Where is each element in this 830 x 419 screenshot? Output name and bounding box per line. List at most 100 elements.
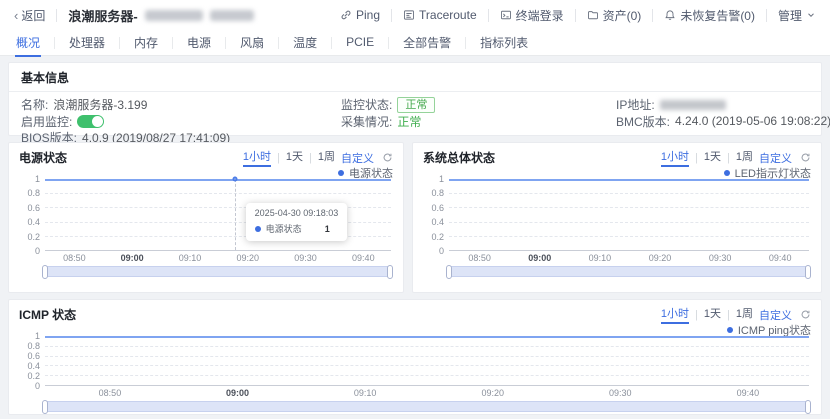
datazoom-brush[interactable] [42, 400, 811, 414]
tab-power[interactable]: 电源 [173, 30, 225, 55]
brush-handle-left[interactable] [446, 265, 452, 279]
name-field: 名称: 浪潮服务器-3.199 [21, 98, 148, 112]
folder-icon [587, 9, 599, 21]
datazoom-brush[interactable] [446, 265, 811, 279]
range-custom[interactable]: 自定义 [341, 150, 374, 166]
icmp-status-plot[interactable]: 1 0.8 0.6 0.4 0.2 0 [27, 331, 809, 391]
tab-memory[interactable]: 内存 [120, 30, 172, 55]
tab-bar: 概况 处理器 内存 电源 风扇 温度 PCIE 全部告警 指标列表 [0, 30, 830, 57]
bmc-field: BMC版本: 4.24.0 (2019-05-06 19:08:22) [616, 114, 830, 129]
refresh-icon[interactable] [800, 309, 811, 320]
system-status-chart-card: 系统总体状态 1小时 | 1天 | 1周 自定义 LED指示灯状态 1 0.8 … [412, 142, 822, 293]
system-status-plot[interactable]: 1 0.8 0.6 0.4 0.2 0 [431, 174, 809, 256]
brush-handle-right[interactable] [805, 400, 811, 414]
chart-title: 系统总体状态 [423, 151, 496, 165]
terminal-icon [500, 9, 512, 21]
info-col-1: 名称: 浪潮服务器-3.199 启用监控: BIOS版本: 4.0.9 (201… [21, 97, 341, 145]
basic-info-title: 基本信息 [9, 63, 821, 92]
alarms-button[interactable]: 未恢复告警(0) [664, 7, 755, 24]
range-1d[interactable]: 1天 [286, 148, 303, 167]
brush-handle-left[interactable] [42, 265, 48, 279]
bell-icon [664, 9, 676, 21]
info-col-2: 监控状态: 正常 采集情况: 正常 [341, 96, 616, 145]
chart-title: 电源状态 [19, 151, 68, 165]
traceroute-button[interactable]: Traceroute [403, 8, 477, 22]
power-status-plot[interactable]: 1 0.8 0.6 0.4 0.2 0 2025-04-30 09:18:03 [27, 174, 391, 256]
ping-button[interactable]: Ping [340, 8, 380, 22]
tab-overview[interactable]: 概况 [2, 30, 54, 57]
manage-label: 管理 [777, 8, 802, 23]
range-1d[interactable]: 1天 [704, 148, 721, 167]
alarms-label: 未恢复告警(0) [680, 8, 755, 23]
range-custom[interactable]: 自定义 [759, 150, 792, 166]
legend-dot [726, 326, 733, 333]
refresh-icon[interactable] [800, 152, 811, 163]
back-chevron-icon: ‹ [14, 7, 19, 23]
range-custom[interactable]: 自定义 [759, 307, 792, 323]
chart-legend[interactable]: 电源状态 [19, 166, 393, 180]
tab-processor[interactable]: 处理器 [55, 30, 119, 55]
hover-crosshair [235, 179, 237, 250]
range-1d[interactable]: 1天 [704, 305, 721, 324]
redacted-title-blob [209, 9, 254, 21]
route-icon [403, 9, 415, 21]
topbar-actions: Ping Traceroute 终端登录 资产(0) 未恢复告警(0) 管理 [340, 7, 816, 24]
monitor-toggle-field: 启用监控: [21, 112, 341, 130]
divider [652, 8, 654, 22]
monitor-toggle[interactable] [77, 114, 105, 128]
divider [765, 8, 767, 22]
tab-temperature[interactable]: 温度 [279, 30, 331, 55]
collect-status-field: 采集情况: 正常 [341, 114, 422, 129]
range-1h[interactable]: 1小时 [660, 148, 690, 167]
status-badge: 正常 [397, 96, 436, 113]
legend-dot [723, 169, 730, 176]
icmp-status-chart-card: ICMP 状态 1小时 | 1天 | 1周 自定义 ICMP ping状态 1 … [8, 299, 822, 415]
series-line [45, 336, 809, 338]
charts-row: 电源状态 1小时 | 1天 | 1周 自定义 电源状态 1 0.8 0.6 0.… [8, 142, 822, 293]
content: 基本信息 名称: 浪潮服务器-3.199 启用监控: BIOS版本: 4.0.9… [0, 56, 830, 415]
ip-field: IP地址: [616, 97, 830, 112]
range-1h[interactable]: 1小时 [660, 305, 690, 324]
terminal-login-label: 终端登录 [515, 8, 564, 23]
hover-point-marker [232, 176, 238, 182]
manage-menu[interactable]: 管理 [778, 7, 816, 24]
traceroute-label: Traceroute [419, 8, 477, 22]
assets-button[interactable]: 资产(0) [587, 7, 642, 24]
legend-dot [338, 169, 344, 176]
terminal-login-button[interactable]: 终端登录 [500, 7, 564, 24]
link-icon [340, 9, 352, 21]
topbar: ‹ 返回 浪潮服务器- Ping Traceroute 终端登录 资产(0) 未… [0, 0, 830, 30]
chart-legend[interactable]: LED指示灯状态 [423, 166, 811, 180]
monitor-status-field: 监控状态: 正常 [341, 96, 616, 113]
brush-handle-right[interactable] [805, 265, 811, 279]
series-line [449, 179, 809, 181]
ping-label: Ping [356, 8, 381, 22]
range-1w[interactable]: 1周 [318, 148, 335, 167]
topbar-left: ‹ 返回 浪潮服务器- [14, 6, 254, 25]
chart-title: ICMP 状态 [19, 308, 77, 322]
chart-tooltip: 2025-04-30 09:18:03 电源状态 1 [245, 203, 348, 241]
tooltip-series-dot [254, 225, 261, 232]
assets-label: 资产(0) [602, 8, 642, 23]
tab-pcie[interactable]: PCIE [332, 30, 388, 55]
tab-metric-list[interactable]: 指标列表 [466, 30, 542, 55]
tab-fan[interactable]: 风扇 [226, 30, 278, 55]
series-line [45, 179, 391, 181]
tab-all-alarms[interactable]: 全部告警 [389, 30, 465, 55]
brush-handle-left[interactable] [42, 400, 48, 414]
range-1h[interactable]: 1小时 [242, 148, 272, 167]
brush-handle-right[interactable] [387, 265, 393, 279]
chart-legend[interactable]: ICMP ping状态 [19, 323, 811, 337]
page-title: 浪潮服务器- [68, 8, 138, 24]
basic-info-card: 基本信息 名称: 浪潮服务器-3.199 启用监控: BIOS版本: 4.0.9… [8, 62, 830, 145]
refresh-icon[interactable] [382, 152, 393, 163]
divider [487, 8, 489, 22]
info-col-3: IP地址: BMC版本: 4.24.0 (2019-05-06 19:08:22… [616, 97, 830, 145]
power-status-chart-card: 电源状态 1小时 | 1天 | 1周 自定义 电源状态 1 0.8 0.6 0.… [8, 142, 404, 293]
back-button[interactable]: ‹ 返回 [14, 7, 45, 24]
divider [56, 8, 58, 22]
basic-info-body: 名称: 浪潮服务器-3.199 启用监控: BIOS版本: 4.0.9 (201… [9, 92, 830, 149]
datazoom-brush[interactable] [42, 265, 393, 279]
redacted-title-blob [144, 9, 203, 21]
divider [574, 8, 576, 22]
